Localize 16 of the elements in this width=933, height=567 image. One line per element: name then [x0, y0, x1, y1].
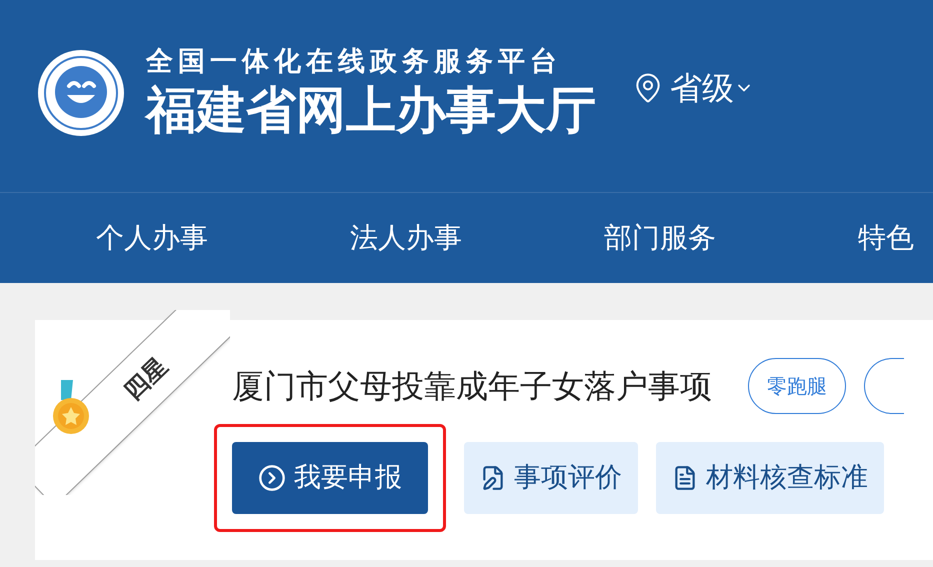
- nav-link[interactable]: 法人办事: [350, 217, 462, 259]
- platform-subtitle: 全国一体化在线政务服务平台: [146, 45, 563, 79]
- apply-button[interactable]: 我要申报: [232, 442, 428, 514]
- smiley-logo-icon: [36, 48, 126, 138]
- rating-ribbon: 四星: [35, 310, 230, 495]
- service-tag: 零跑腿: [748, 358, 846, 414]
- nav-link[interactable]: 个人办事: [96, 217, 208, 259]
- region-selector[interactable]: 省级: [632, 64, 754, 112]
- standard-button[interactable]: 材料核查标准: [656, 442, 884, 514]
- site-title: 福建省网上办事大厅: [146, 79, 596, 141]
- tag-outline: [864, 358, 904, 414]
- nav-link[interactable]: 特色: [858, 217, 914, 259]
- circle-chevron-icon: [258, 464, 286, 492]
- nav-link[interactable]: 部门服务: [604, 217, 716, 259]
- item-title: 厦门市父母投靠成年子女落户事项: [232, 366, 712, 407]
- evaluate-button[interactable]: 事项评价: [464, 442, 638, 514]
